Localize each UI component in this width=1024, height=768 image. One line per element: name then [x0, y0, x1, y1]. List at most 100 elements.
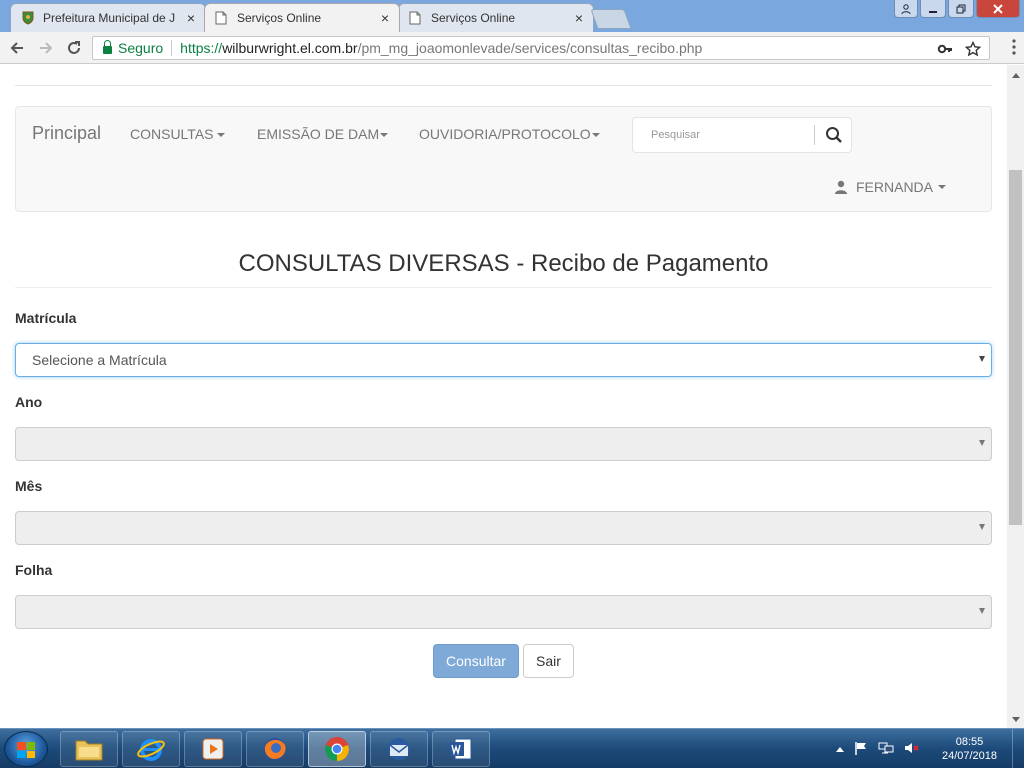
show-hidden-icons-icon[interactable]	[836, 743, 844, 755]
taskbar-chrome[interactable]	[308, 731, 366, 767]
ano-label: Ano	[15, 394, 43, 410]
taskbar-thunderbird[interactable]	[370, 731, 428, 767]
windows-logo-icon	[17, 742, 35, 758]
user-icon	[835, 180, 847, 194]
minimize-icon[interactable]	[920, 0, 946, 18]
scroll-thumb[interactable]	[1009, 170, 1022, 525]
start-button[interactable]	[4, 731, 48, 767]
matricula-select[interactable]: Selecione a Matrícula	[15, 343, 992, 377]
new-tab-button[interactable]	[590, 9, 632, 29]
taskbar-clock[interactable]: 08:55 24/07/2018	[932, 735, 1007, 763]
tab-prefeitura[interactable]: Prefeitura Municipal de J ×	[10, 3, 206, 32]
back-arrow-icon[interactable]	[6, 37, 28, 59]
chrome-icon	[325, 737, 349, 761]
site-navbar: Principal CONSULTAS EMISSÃO DE DAM OUVID…	[15, 106, 992, 212]
key-icon[interactable]	[937, 39, 953, 61]
nav-label: CONSULTAS	[130, 126, 214, 142]
close-tab-icon[interactable]: ×	[575, 10, 583, 26]
forward-arrow-icon[interactable]	[35, 37, 57, 59]
caret-down-icon	[380, 133, 389, 138]
close-tab-icon[interactable]: ×	[381, 10, 389, 26]
taskbar-firefox[interactable]	[246, 731, 304, 767]
tab-label: Serviços Online	[237, 11, 322, 25]
action-center-flag-icon[interactable]	[854, 741, 868, 758]
lock-icon	[103, 40, 112, 54]
url-path: /pm_mg_joaomonlevade/services/consultas_…	[357, 40, 703, 56]
nav-consultas[interactable]: CONSULTAS	[130, 126, 225, 142]
taskbar-internet-explorer[interactable]	[122, 731, 180, 767]
volume-muted-icon[interactable]	[904, 741, 920, 758]
tab-label: Serviços Online	[431, 11, 516, 25]
scroll-up-arrow-icon[interactable]	[1012, 73, 1020, 78]
search-icon	[826, 127, 842, 143]
nav-emissao-de-dam[interactable]: EMISSÃO DE DAM	[257, 126, 389, 142]
coat-of-arms-icon	[21, 11, 35, 25]
dropdown-arrow-icon	[979, 356, 985, 362]
search-button[interactable]	[819, 120, 849, 150]
caret-down-icon	[591, 133, 600, 138]
user-profile-icon[interactable]	[894, 0, 918, 18]
tab-label: Prefeitura Municipal de J	[43, 11, 176, 25]
taskbar-word[interactable]	[432, 731, 490, 767]
page-title: CONSULTAS DIVERSAS - Recibo de Pagamento	[238, 250, 769, 277]
word-icon	[450, 738, 472, 760]
browser-tab-bar: Prefeitura Municipal de J × Serviços Onl…	[0, 0, 1024, 32]
url-host: wilburwright.el.com.br	[222, 40, 358, 56]
taskbar-file-explorer[interactable]	[60, 731, 118, 767]
window-controls	[894, 0, 1020, 18]
restore-icon[interactable]	[948, 0, 974, 18]
matricula-selected-value: Selecione a Matrícula	[32, 352, 167, 368]
close-tab-icon[interactable]: ×	[187, 10, 195, 26]
nav-ouvidoria-protocolo[interactable]: OUVIDORIA/PROTOCOLO	[419, 126, 600, 142]
taskbar-media-player[interactable]	[184, 731, 242, 767]
sair-button[interactable]: Sair	[523, 644, 574, 678]
page-icon	[409, 11, 423, 25]
show-desktop-button[interactable]	[1012, 729, 1024, 768]
folha-label: Folha	[15, 562, 53, 578]
user-menu[interactable]: FERNANDA	[834, 179, 947, 195]
caret-down-icon	[938, 185, 947, 189]
top-divider	[15, 85, 992, 86]
title-divider	[15, 287, 992, 288]
tab-servicos-online[interactable]: Serviços Online ×	[398, 3, 594, 32]
folha-select[interactable]	[15, 595, 992, 629]
media-player-icon	[202, 738, 224, 760]
page-icon	[215, 11, 229, 25]
close-window-icon[interactable]	[976, 0, 1020, 18]
dropdown-arrow-icon	[979, 440, 985, 446]
windows-taskbar: 08:55 24/07/2018	[0, 728, 1024, 768]
clock-time: 08:55	[955, 736, 984, 748]
ano-select[interactable]	[15, 427, 992, 461]
navbar-search	[632, 117, 852, 153]
mes-label: Mês	[15, 478, 43, 494]
address-bar[interactable]: Seguro https:// wilburwright.el.com.br /…	[92, 36, 990, 60]
folder-icon	[75, 740, 103, 761]
navbar-brand[interactable]: Principal	[32, 123, 101, 144]
internet-explorer-icon	[137, 739, 165, 761]
caret-down-icon	[216, 133, 225, 138]
mes-select[interactable]	[15, 511, 992, 545]
nav-label: EMISSÃO DE DAM	[257, 126, 380, 142]
thunderbird-icon	[388, 738, 410, 760]
url-scheme: https://	[180, 40, 223, 56]
bookmark-star-icon[interactable]	[964, 39, 982, 61]
address-separator	[171, 40, 173, 56]
user-name: FERNANDA	[856, 179, 934, 195]
reload-icon[interactable]	[63, 37, 85, 59]
tab-servicos-online-active[interactable]: Serviços Online ×	[204, 3, 400, 32]
browser-menu-icon[interactable]	[1012, 39, 1016, 59]
search-separator	[814, 125, 815, 145]
system-tray	[836, 729, 920, 768]
matricula-label: Matrícula	[15, 310, 77, 326]
page-scrollbar[interactable]	[1007, 65, 1024, 728]
browser-toolbar: Seguro https:// wilburwright.el.com.br /…	[0, 32, 1024, 64]
nav-label: OUVIDORIA/PROTOCOLO	[419, 126, 591, 142]
network-icon[interactable]	[878, 741, 894, 758]
clock-date: 24/07/2018	[941, 750, 998, 762]
page-viewport: Principal CONSULTAS EMISSÃO DE DAM OUVID…	[0, 65, 1007, 728]
scroll-down-arrow-icon[interactable]	[1012, 717, 1020, 722]
dropdown-arrow-icon	[979, 524, 985, 530]
search-input[interactable]	[635, 120, 813, 150]
consultar-button[interactable]: Consultar	[433, 644, 519, 678]
firefox-icon	[264, 738, 286, 760]
